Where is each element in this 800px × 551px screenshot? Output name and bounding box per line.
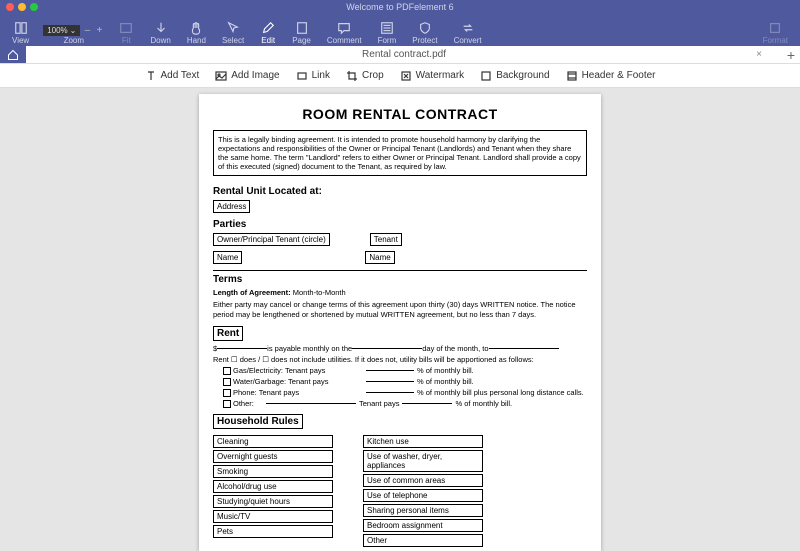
convert-button[interactable]: Convert (446, 15, 490, 45)
list-item: Bedroom assignment (363, 519, 483, 532)
list-item: Sharing personal items (363, 504, 483, 517)
bill-phone: Phone: Tenant pays% of monthly bill plus… (213, 388, 587, 397)
window-title: Welcome to PDFelement 6 (346, 2, 453, 12)
rent-line-1: $ is payable monthly on the day of the m… (213, 344, 587, 353)
protect-button[interactable]: Protect (404, 15, 445, 45)
household-cols: Cleaning Overnight guests Smoking Alcohol/d… (213, 435, 587, 549)
watermark-icon (400, 70, 412, 82)
list-item: Studying/quiet hours (213, 495, 333, 508)
list-item: Use of telephone (363, 489, 483, 502)
protect-icon (417, 21, 433, 35)
hand-icon (188, 21, 204, 35)
list-item: Kitchen use (363, 435, 483, 448)
header-footer-button[interactable]: Header & Footer (566, 70, 656, 82)
header-footer-icon (566, 70, 578, 82)
tab-label: Rental contract.pdf (362, 49, 446, 60)
tab-close[interactable]: × (756, 49, 762, 60)
fit-icon (118, 21, 134, 35)
zoom-in-button[interactable]: + (94, 26, 104, 36)
list-item: Cleaning (213, 435, 333, 448)
doc-title: ROOM RENTAL CONTRACT (213, 106, 587, 122)
list-item: Smoking (213, 465, 333, 478)
image-icon (215, 70, 227, 82)
edit-icon (260, 21, 276, 35)
list-item: Pets (213, 525, 333, 538)
bill-water: Water/Garbage: Tenant pays% of monthly b… (213, 377, 587, 386)
list-item: Overnight guests (213, 450, 333, 463)
name-field-1: Name (213, 251, 242, 264)
format-button[interactable]: Format (755, 15, 796, 45)
list-item: Use of washer, dryer, appliances (363, 450, 483, 472)
crop-icon (346, 70, 358, 82)
window-close[interactable] (6, 3, 14, 11)
zoom-control: 100%⌄ – + Zoom (43, 25, 104, 45)
form-button[interactable]: Form (370, 15, 405, 45)
add-image-button[interactable]: Add Image (215, 70, 279, 82)
terms-heading: Terms (213, 270, 587, 285)
zoom-select[interactable]: 100%⌄ (43, 25, 80, 36)
background-button[interactable]: Background (480, 70, 549, 82)
doc-intro: This is a legally binding agreement. It … (213, 130, 587, 176)
workspace: ROOM RENTAL CONTRACT This is a legally b… (0, 88, 800, 551)
format-icon (767, 21, 783, 35)
page-button[interactable]: Page (284, 15, 319, 45)
view-icon (13, 21, 29, 35)
text-icon (145, 70, 157, 82)
address-field: Address (213, 200, 250, 213)
convert-icon (460, 21, 476, 35)
form-icon (379, 21, 395, 35)
add-text-button[interactable]: Add Text (145, 70, 200, 82)
select-icon (225, 21, 241, 35)
name-field-2: Name (365, 251, 394, 264)
page-icon (294, 21, 310, 35)
window-zoom[interactable] (30, 3, 38, 11)
list-item: Other (363, 534, 483, 547)
watermark-button[interactable]: Watermark (400, 70, 465, 82)
hand-button[interactable]: Hand (179, 15, 214, 45)
parties-heading: Parties (213, 219, 587, 230)
list-item: Alcohol/drug use (213, 480, 333, 493)
select-button[interactable]: Select (214, 15, 252, 45)
home-button[interactable] (0, 46, 26, 63)
fit-button[interactable]: Fit (110, 15, 142, 45)
tab-active[interactable]: Rental contract.pdf × (26, 46, 782, 63)
tenant-field: Tenant (370, 233, 402, 246)
link-button[interactable]: Link (296, 70, 330, 82)
list-item: Use of common areas (363, 474, 483, 487)
bill-other: Other:Tenant pays% of monthly bill. (213, 399, 587, 408)
zoom-out-button[interactable]: – (82, 26, 92, 36)
down-button[interactable]: Down (142, 15, 178, 45)
rent-heading: Rent (213, 326, 243, 341)
list-item: Music/TV (213, 510, 333, 523)
pdf-page[interactable]: ROOM RENTAL CONTRACT This is a legally b… (199, 94, 601, 551)
view-button[interactable]: View (4, 15, 37, 45)
down-icon (153, 21, 169, 35)
household-heading: Household Rules (213, 414, 303, 429)
comment-button[interactable]: Comment (319, 15, 370, 45)
window-minimize[interactable] (18, 3, 26, 11)
link-icon (296, 70, 308, 82)
owner-field: Owner/Principal Tenant (circle) (213, 233, 330, 246)
loa-note: Either party may cancel or change terms … (213, 300, 587, 319)
rent-line-2: Rent ☐ does / ☐ does not include utiliti… (213, 355, 587, 364)
rental-unit-heading: Rental Unit Located at: (213, 186, 322, 197)
add-tab-button[interactable]: + (782, 47, 800, 63)
crop-button[interactable]: Crop (346, 70, 384, 82)
background-icon (480, 70, 492, 82)
comment-icon (336, 21, 352, 35)
edit-button[interactable]: Edit (252, 15, 284, 45)
bill-gas: Gas/Electricity: Tenant pays% of monthly… (213, 366, 587, 375)
